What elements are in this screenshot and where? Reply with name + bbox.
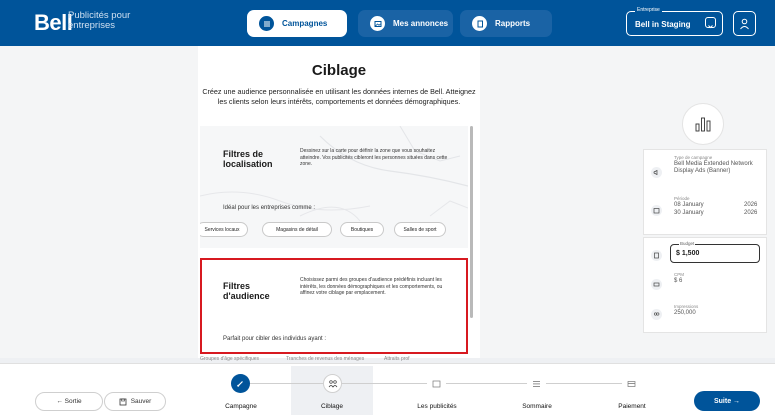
brush-icon — [237, 381, 243, 387]
budget-value: $ 1,500 — [676, 250, 700, 257]
entreprise-value: Bell in Staging — [635, 20, 691, 29]
nav-label: Campagnes — [282, 19, 328, 28]
impressions-value: 250,000 — [674, 310, 696, 316]
audience-filter-card[interactable]: Filtres d'audience Choisissez parmi des … — [200, 258, 468, 354]
sauver-button[interactable]: Sauver — [104, 392, 166, 411]
document-icon — [472, 16, 487, 31]
nav-tab-mes-annonces[interactable]: Mes annonces — [358, 10, 453, 37]
audience-card-foot: Parfait pour cibler des individus ayant … — [223, 336, 327, 342]
pill-salles-sport: Salles de sport — [394, 222, 446, 237]
budget-label: Budget — [679, 241, 696, 246]
sauver-label: Sauver — [130, 398, 152, 405]
pill-boutiques: Boutiques — [340, 222, 384, 237]
suite-button[interactable]: Suite → — [694, 391, 760, 411]
user-icon — [740, 18, 749, 29]
step-publicites-dot[interactable] — [427, 374, 446, 393]
step-label-publicites[interactable]: Les publicités — [397, 403, 477, 410]
bell-logo[interactable]: Bell — [34, 10, 73, 36]
list-icon — [259, 16, 274, 31]
location-card-desc: Dessinez sur la carte pour définir la zo… — [300, 148, 448, 167]
nav-label: Rapports — [495, 19, 531, 28]
nav-tab-rapports[interactable]: Rapports — [460, 10, 552, 37]
calendar-icon — [651, 205, 662, 216]
location-filter-card[interactable]: Filtres de localisation Dessinez sur la … — [200, 126, 468, 248]
step-sommaire-dot[interactable] — [527, 374, 546, 393]
page-subtitle: Créez une audience personnalisée en util… — [202, 87, 476, 106]
step-campagne-dot[interactable] — [231, 374, 250, 393]
location-card-title: Filtres de localisation — [223, 149, 273, 169]
period-start: 08 January — [674, 202, 704, 208]
user-button[interactable] — [733, 11, 756, 36]
step-paiement-dot[interactable] — [622, 374, 641, 393]
period-end: 30 January — [674, 210, 704, 216]
image-icon — [370, 16, 385, 31]
audience-card-desc: Choisissez parmi des groupes d'audience … — [300, 277, 443, 296]
pill-magasins-detail: Magasins de détail — [262, 222, 332, 237]
megaphone-icon — [651, 167, 662, 178]
top-header: Bell Publicités pour entreprises Campagn… — [0, 0, 775, 46]
location-card-ideal: Idéal pour les entreprises comme : — [223, 205, 316, 211]
cutoff-tag: Groupes d'âge spécifiques — [200, 356, 260, 362]
step-label-paiement[interactable]: Paiement — [592, 403, 672, 410]
budget-input[interactable]: Budget $ 1,500 — [670, 241, 760, 263]
period-end-year: 2026 — [744, 210, 758, 216]
impressions-label: Impressions — [674, 304, 699, 309]
type-value: Bell Media Extended Network Display Ads … — [674, 161, 753, 174]
period-label: Période — [674, 196, 690, 201]
nav-label: Mes annonces — [393, 19, 449, 28]
background-left — [0, 46, 198, 358]
sortie-button[interactable]: ← Sortie — [35, 392, 103, 411]
audience-icon — [328, 380, 337, 388]
entreprise-label: Entreprise — [635, 7, 662, 13]
cutoff-tag: Attraits prof — [384, 356, 410, 362]
summary-campaign-period: Type de campagne Bell Media Extended Net… — [643, 149, 767, 235]
image-icon — [432, 380, 441, 387]
step-ciblage-dot[interactable] — [323, 374, 342, 393]
chart-icon — [682, 103, 724, 145]
page-title: Ciblage — [311, 62, 367, 79]
cpm-icon — [651, 279, 662, 290]
scrollbar[interactable] — [470, 126, 473, 318]
chevron-down-icon — [705, 17, 716, 29]
period-start-year: 2026 — [744, 202, 758, 208]
type-label: Type de campagne — [674, 155, 713, 160]
cutoff-tag: Tranches de revenus des ménages — [286, 356, 365, 362]
impressions-icon — [651, 309, 662, 320]
save-icon — [119, 398, 127, 405]
step-label-ciblage[interactable]: Ciblage — [292, 403, 372, 410]
step-label-campagne[interactable]: Campagne — [201, 403, 281, 410]
pill-services-locaux: Services locaux — [200, 222, 248, 237]
list-icon — [533, 380, 540, 387]
logo-subtitle: Publicités pour entreprises — [68, 10, 131, 31]
cpm-label: CPM — [674, 272, 684, 277]
audience-card-title: Filtres d'audience — [223, 281, 270, 301]
cpm-value: $ 6 — [674, 278, 683, 284]
nav-tab-campagnes[interactable]: Campagnes — [247, 10, 347, 37]
card-icon — [627, 380, 636, 387]
step-label-sommaire[interactable]: Sommaire — [497, 403, 577, 410]
budget-icon — [651, 250, 662, 261]
entreprise-select[interactable]: Entreprise Bell in Staging — [626, 7, 723, 36]
